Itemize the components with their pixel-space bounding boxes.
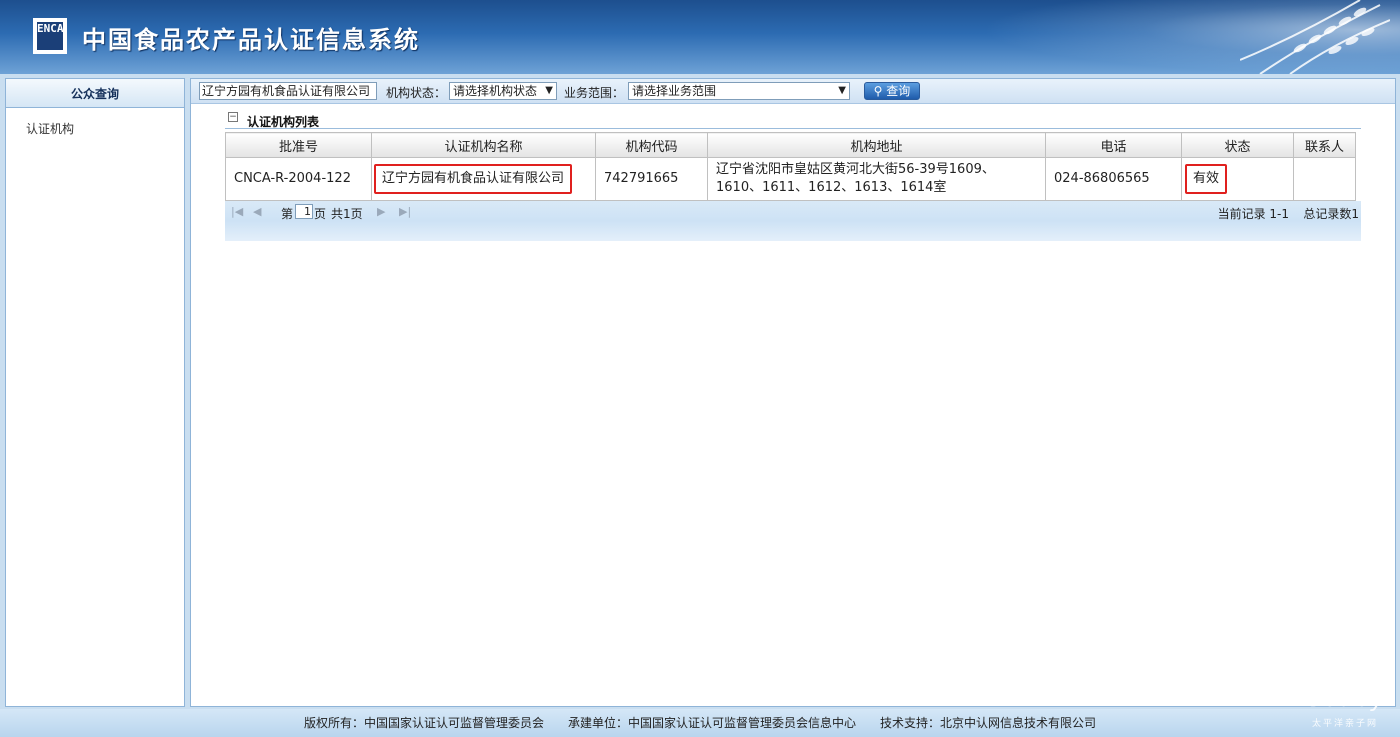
col-header-contact[interactable]: 联系人 <box>1293 132 1356 158</box>
watermark-brand: PCbaby <box>1289 684 1386 712</box>
app-header: ENCA 中国食品农产品认证信息系统 <box>0 0 1400 74</box>
pagination-bar: |◀ ◀ 第 1 页 共1页 ▶ ▶| 当前记录 1-1 总记录数1 <box>225 201 1361 241</box>
col-header-phone[interactable]: 电话 <box>1045 132 1182 158</box>
cell-name: 辽宁方园有机食品认证有限公司 <box>371 157 596 201</box>
org-name-input[interactable]: 辽宁方园有机食品认证有限公司 <box>199 82 377 100</box>
status-select-value: 请选择机构状态 <box>453 84 538 98</box>
wheat-icon <box>1240 0 1390 74</box>
cell-address: 辽宁省沈阳市皇姑区黄河北大街56-39号1609、1610、1611、1612、… <box>707 157 1046 201</box>
cell-status-highlight: 有效 <box>1185 164 1228 194</box>
first-page-icon[interactable]: |◀ <box>231 205 243 218</box>
cell-phone: 024-86806565 <box>1045 157 1182 201</box>
main-panel: 辽宁方园有机食品认证有限公司 机构状态： 请选择机构状态 ▼ 业务范围： 请选择… <box>190 78 1396 707</box>
table-header-row: 批准号 认证机构名称 机构代码 机构地址 电话 状态 联系人 <box>225 132 1356 158</box>
cell-status: 有效 <box>1181 157 1294 201</box>
logo: ENCA <box>33 18 67 54</box>
logo-text: ENCA <box>37 22 64 50</box>
sidebar-item-certification-bodies[interactable]: 认证机构 <box>6 108 184 137</box>
search-button[interactable]: ⚲ 查询 <box>864 82 920 100</box>
scope-select-value: 请选择业务范围 <box>632 84 717 98</box>
next-page-icon[interactable]: ▶ <box>377 205 385 218</box>
page-prefix: 第 <box>281 207 294 221</box>
status-select[interactable]: 请选择机构状态 ▼ <box>449 82 557 100</box>
col-header-code[interactable]: 机构代码 <box>595 132 708 158</box>
cell-name-highlight: 辽宁方园有机食品认证有限公司 <box>374 164 573 194</box>
table-row[interactable]: CNCA-R-2004-122 辽宁方园有机食品认证有限公司 742791665… <box>225 157 1356 201</box>
footer: 版权所有：中国国家认证认可监督管理委员会 承建单位：中国国家认证认可监督管理委员… <box>0 709 1400 737</box>
status-label: 机构状态： <box>386 86 447 100</box>
section-divider <box>225 128 1361 129</box>
prev-page-icon[interactable]: ◀ <box>253 205 261 218</box>
watermark-subtitle: 太平洋亲子网 <box>1311 719 1378 729</box>
record-range: 当前记录 1-1 <box>1217 207 1289 221</box>
certification-table: 批准号 认证机构名称 机构代码 机构地址 电话 状态 联系人 CNCA-R-20… <box>225 132 1356 201</box>
scope-select[interactable]: 请选择业务范围 ▼ <box>628 82 850 100</box>
scope-label: 业务范围： <box>564 86 625 100</box>
sidebar-title: 公众查询 <box>6 79 184 108</box>
total-records: 总记录数1 <box>1303 207 1359 221</box>
search-button-label: 查询 <box>886 84 911 98</box>
dropdown-arrow-icon: ▼ <box>838 85 846 96</box>
page-number-input[interactable]: 1 <box>295 204 313 219</box>
col-header-address[interactable]: 机构地址 <box>707 132 1046 158</box>
col-header-approval-no[interactable]: 批准号 <box>225 132 372 158</box>
app-title: 中国食品农产品认证信息系统 <box>82 26 420 54</box>
cell-approval-no: CNCA-R-2004-122 <box>225 157 372 201</box>
collapse-icon[interactable]: − <box>228 112 238 122</box>
total-pages: 共1页 <box>331 207 363 221</box>
search-toolbar: 辽宁方园有机食品认证有限公司 机构状态： 请选择机构状态 ▼ 业务范围： 请选择… <box>191 79 1395 104</box>
magnifier-icon: ⚲ <box>873 84 883 98</box>
col-header-name[interactable]: 认证机构名称 <box>371 132 596 158</box>
col-header-status[interactable]: 状态 <box>1181 132 1294 158</box>
last-page-icon[interactable]: ▶| <box>399 205 411 218</box>
dropdown-arrow-icon: ▼ <box>545 85 553 96</box>
pagination-row: |◀ ◀ 第 1 页 共1页 ▶ ▶| 当前记录 1-1 总记录数1 <box>225 203 1361 221</box>
sidebar: 公众查询 认证机构 <box>5 78 185 707</box>
page-suffix: 页 <box>314 207 327 221</box>
cell-contact <box>1293 157 1356 201</box>
cell-code: 742791665 <box>595 157 708 201</box>
